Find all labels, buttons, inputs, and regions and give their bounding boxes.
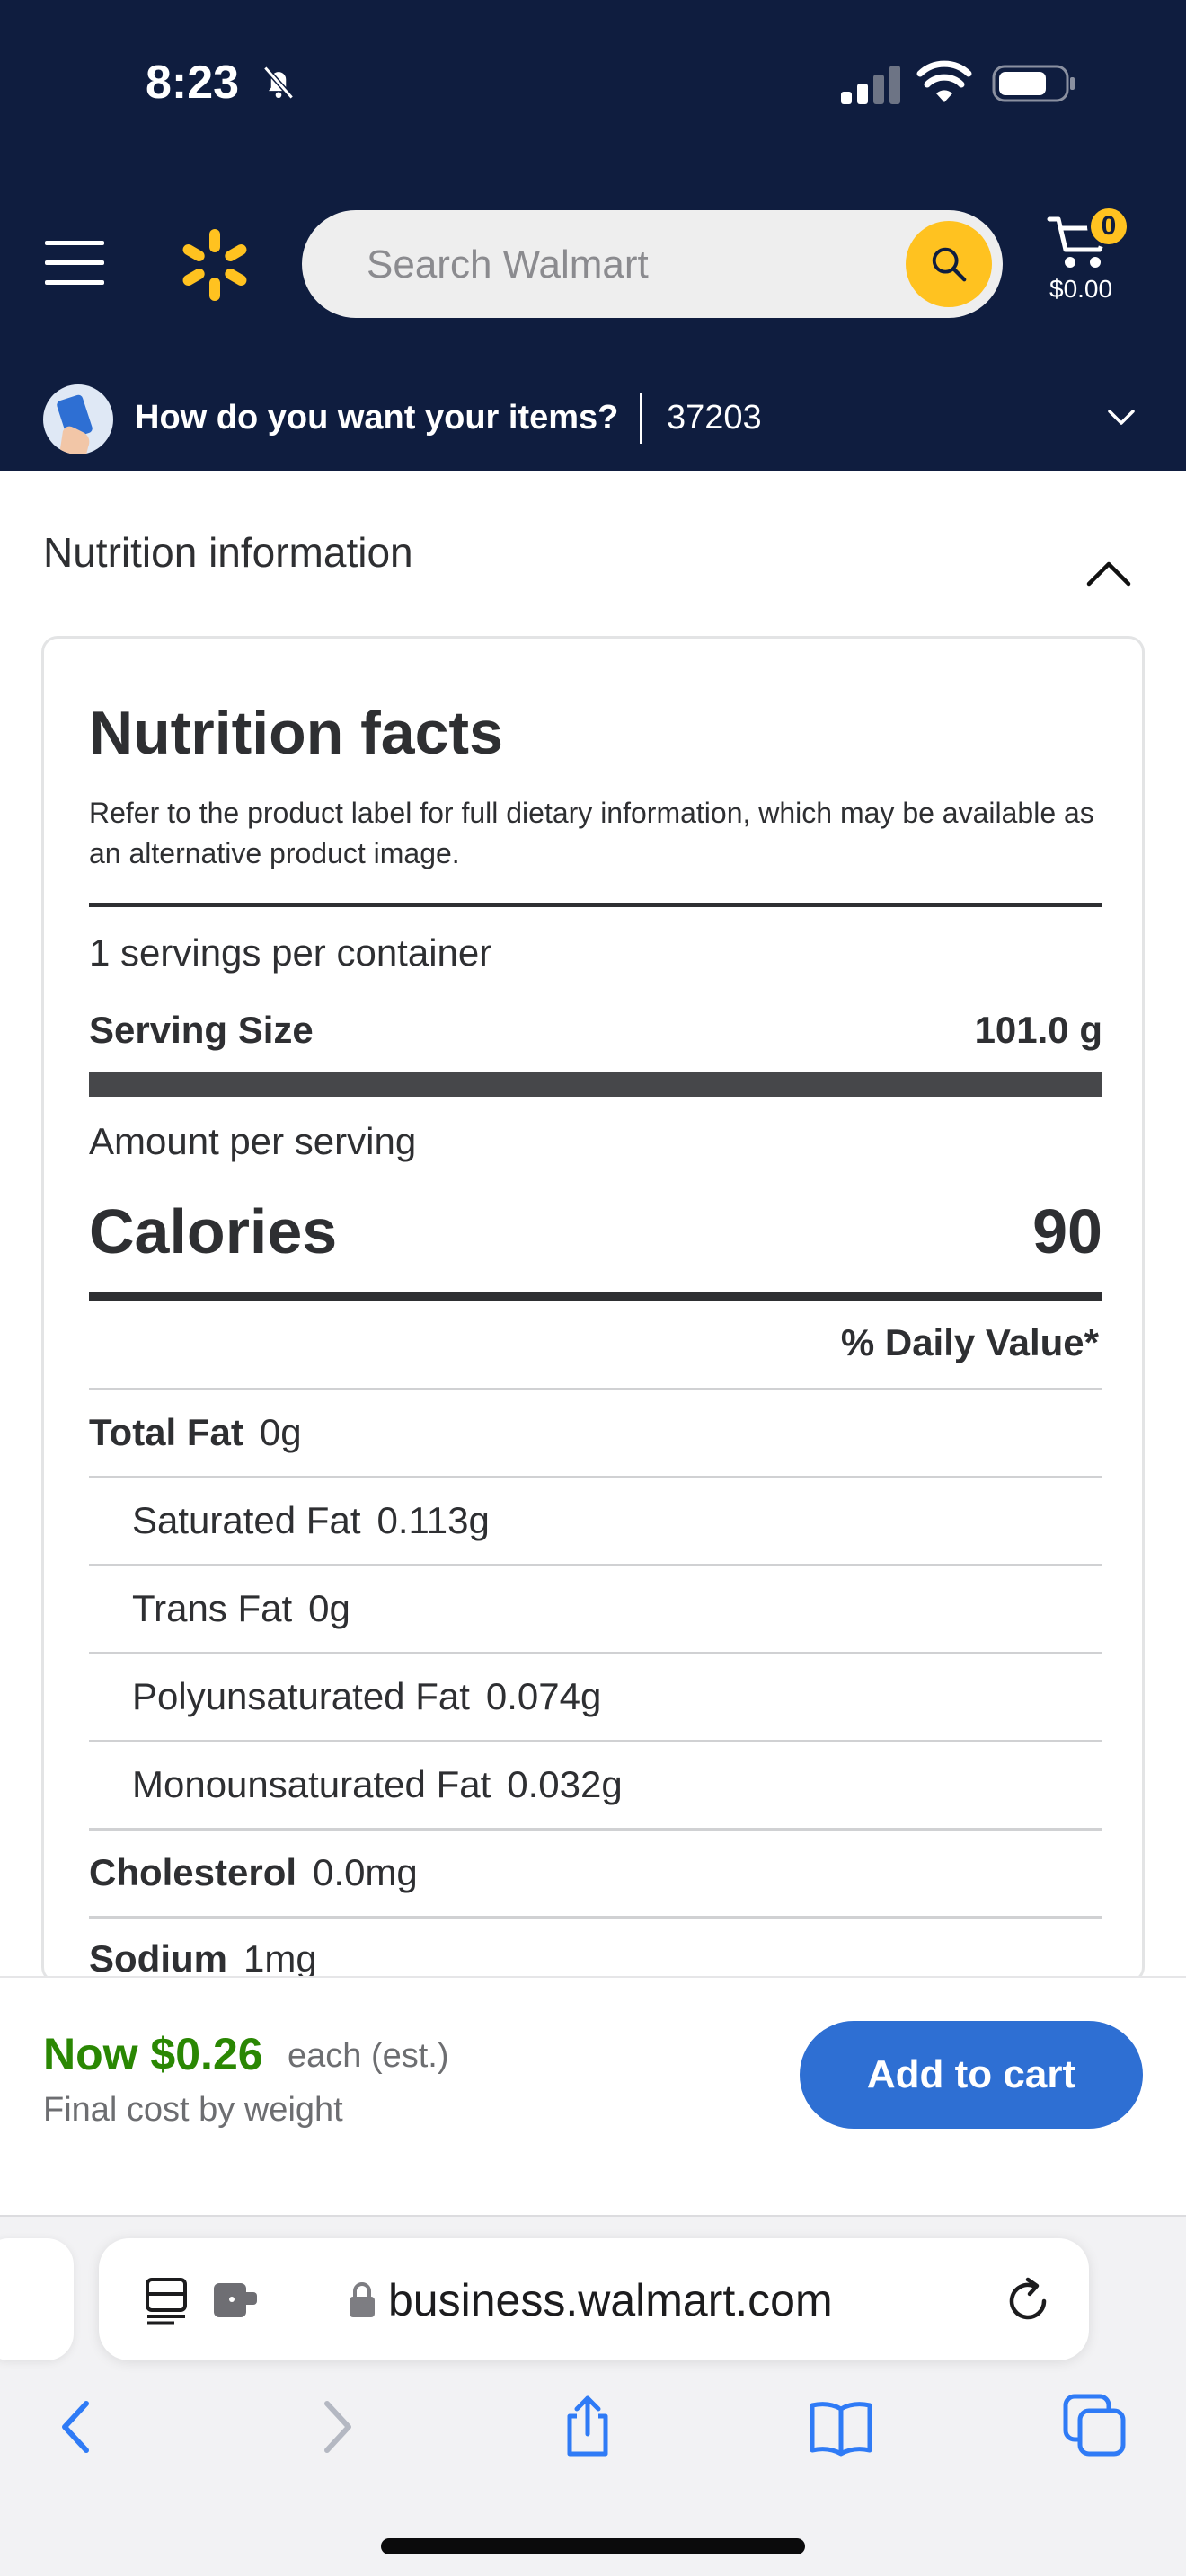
search-icon xyxy=(932,247,967,282)
nutrient-row: Total Fat 0g xyxy=(89,1411,1102,1497)
nutrient-amount: 0.032g xyxy=(507,1763,623,1805)
nutrient-row: Saturated Fat 0.113g xyxy=(89,1499,1102,1585)
add-to-cart-button[interactable]: Add to cart xyxy=(800,2021,1143,2129)
nutrient-name: Monounsaturated Fat xyxy=(132,1763,491,1805)
nutrient-row: Trans Fat 0g xyxy=(89,1587,1102,1673)
chevron-down-icon[interactable] xyxy=(1105,401,1137,433)
battery-icon xyxy=(992,65,1075,102)
nutrient-name: Sodium xyxy=(89,1937,227,1980)
menu-icon[interactable] xyxy=(45,235,104,289)
walmart-spark-logo[interactable] xyxy=(176,226,253,304)
url-text: business.walmart.com xyxy=(388,2275,833,2325)
previous-tab-preview[interactable] xyxy=(0,2238,74,2360)
bell-muted-icon xyxy=(263,66,294,100)
search-button[interactable] xyxy=(906,221,992,307)
divider xyxy=(89,903,1102,907)
nutrient-row: Monounsaturated Fat 0.032g xyxy=(89,1763,1102,1849)
forward-icon[interactable] xyxy=(302,2393,370,2461)
price-unit: each (est.) xyxy=(288,2037,449,2075)
serving-size-label: Serving Size xyxy=(89,1009,314,1051)
divider xyxy=(89,1740,1102,1742)
nutrient-amount: 0.0mg xyxy=(313,1851,418,1893)
nutrition-note: Refer to the product label for full diet… xyxy=(89,797,1094,869)
servings-per-container: 1 servings per container xyxy=(89,931,492,974)
calories-value: 90 xyxy=(1032,1196,1102,1266)
back-icon[interactable] xyxy=(43,2393,111,2461)
current-price: Now $0.26 xyxy=(43,2029,263,2079)
share-icon[interactable] xyxy=(553,2393,622,2461)
divider xyxy=(89,1916,1102,1919)
price-note: Final cost by weight xyxy=(43,2091,343,2129)
nutrient-amount: 0g xyxy=(259,1411,302,1453)
reload-icon[interactable] xyxy=(1003,2276,1053,2326)
fulfillment-question: How do you want your items? xyxy=(135,399,619,437)
nutrition-facts-card: Nutrition facts Refer to the product lab… xyxy=(41,636,1145,1983)
divider xyxy=(89,1564,1102,1566)
wifi-icon xyxy=(916,60,972,102)
browser-toolbar: business.walmart.com xyxy=(0,2215,1186,2576)
divider xyxy=(89,1476,1102,1478)
serving-size-value: 101.0 g xyxy=(974,1009,1102,1051)
reader-mode-icon[interactable] xyxy=(144,2276,189,2325)
chevron-up-icon[interactable] xyxy=(1085,555,1132,591)
divider xyxy=(89,1652,1102,1654)
nutrient-row: Cholesterol 0.0mg xyxy=(89,1851,1102,1937)
nutrient-name: Total Fat xyxy=(89,1411,243,1453)
nutrient-name: Cholesterol xyxy=(89,1851,297,1893)
divider xyxy=(89,1388,1102,1390)
home-indicator xyxy=(381,2538,805,2554)
address-bar[interactable]: business.walmart.com xyxy=(99,2238,1089,2360)
nutrition-facts-title: Nutrition facts xyxy=(89,699,503,767)
nutrient-amount: 0.074g xyxy=(485,1675,602,1717)
daily-value-header: % Daily Value* xyxy=(840,1321,1099,1363)
divider xyxy=(640,393,642,444)
fulfillment-phone-icon xyxy=(43,384,113,454)
divider xyxy=(89,1292,1102,1301)
nutrient-amount: 0g xyxy=(308,1587,350,1629)
app-header: 8:23 Search Walmart 0 $0.00 How do you w… xyxy=(0,0,1186,471)
fulfillment-zip: 37203 xyxy=(667,399,762,437)
search-placeholder: Search Walmart xyxy=(367,243,649,287)
calories-label: Calories xyxy=(89,1196,338,1266)
cellular-signal-icon xyxy=(841,66,900,104)
extension-icon[interactable] xyxy=(212,2280,259,2321)
nutrient-amount: 1mg xyxy=(243,1937,317,1980)
divider xyxy=(89,1072,1102,1097)
search-input[interactable]: Search Walmart xyxy=(302,210,1003,318)
bookmarks-icon[interactable] xyxy=(807,2393,875,2461)
buy-bar: Now $0.26 each (est.) Final cost by weig… xyxy=(0,1976,1186,2215)
cart-total: $0.00 xyxy=(1049,275,1113,303)
lock-icon xyxy=(350,2282,375,2317)
nutrient-row: Polyunsaturated Fat 0.074g xyxy=(89,1675,1102,1761)
tabs-icon[interactable] xyxy=(1060,2393,1128,2461)
divider xyxy=(89,1828,1102,1831)
nutrient-name: Trans Fat xyxy=(132,1587,293,1629)
cart-count-badge: 0 xyxy=(1087,205,1130,248)
nutrient-amount: 0.113g xyxy=(376,1499,490,1541)
nutrient-name: Polyunsaturated Fat xyxy=(132,1675,470,1717)
section-title: Nutrition information xyxy=(43,529,413,576)
nutrient-name: Saturated Fat xyxy=(132,1499,361,1541)
fulfillment-selector[interactable]: How do you want your items? 37203 xyxy=(0,377,1186,471)
status-time: 8:23 xyxy=(146,57,240,109)
amount-per-serving: Amount per serving xyxy=(89,1120,417,1162)
